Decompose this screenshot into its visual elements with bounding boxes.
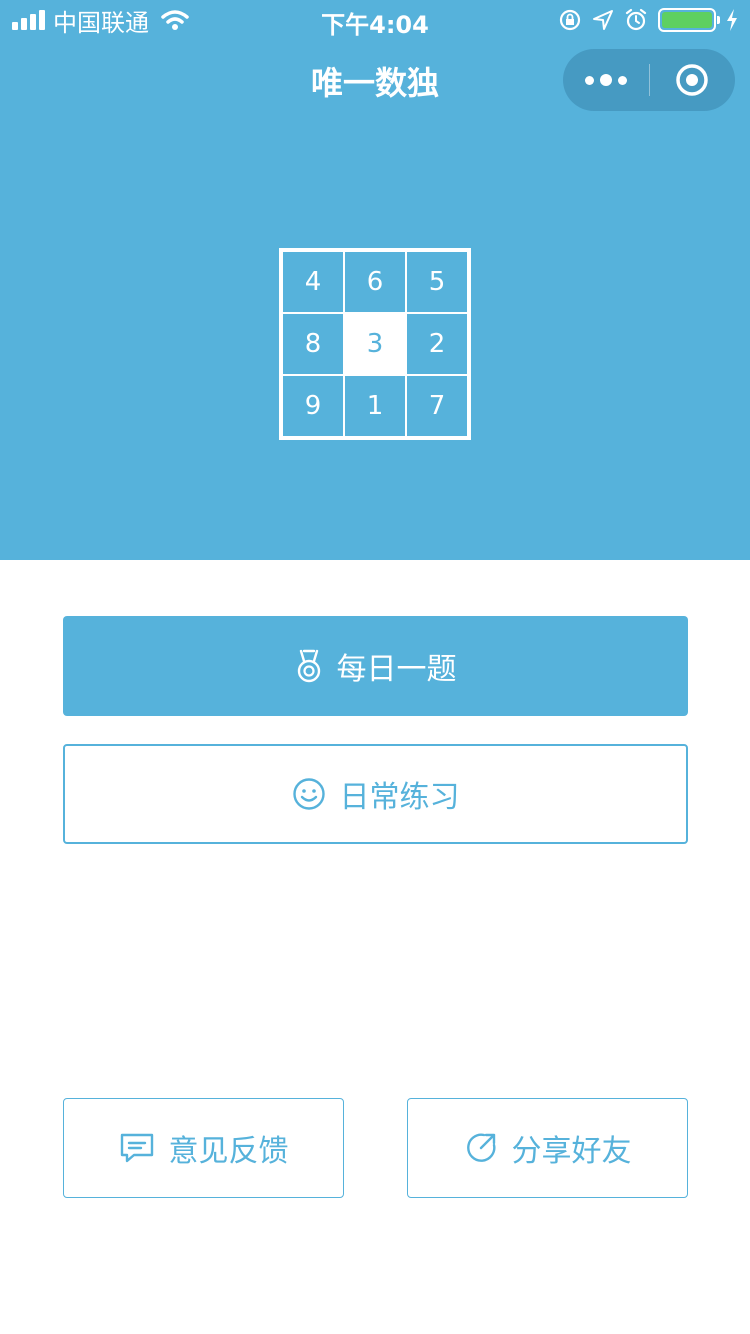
more-button[interactable] <box>563 49 649 111</box>
more-icon-center <box>600 74 612 86</box>
medal-icon <box>297 649 320 683</box>
share-label: 分享好友 <box>511 1134 632 1169</box>
location-icon <box>593 10 613 30</box>
feedback-label: 意见反馈 <box>168 1134 289 1169</box>
target-close-icon <box>676 64 708 96</box>
hero-banner: 中国联通 下午4:04 唯一数独 4 6 5 8 3 2 9 1 7 <box>0 0 750 560</box>
rotation-lock-icon <box>559 9 581 31</box>
sudoku-cell: 6 <box>344 251 406 313</box>
sudoku-cell: 7 <box>406 375 468 437</box>
mini-program-capsule <box>563 49 735 111</box>
feedback-button[interactable]: 意见反馈 <box>63 1098 344 1198</box>
sudoku-grid: 4 6 5 8 3 2 9 1 7 <box>279 248 471 440</box>
daily-practice-button[interactable]: 日常练习 <box>63 744 688 844</box>
charging-icon <box>727 9 737 31</box>
more-icon-right <box>618 75 627 85</box>
more-icon <box>585 75 594 85</box>
status-right <box>558 6 738 34</box>
sudoku-cell: 4 <box>282 251 344 313</box>
battery-icon <box>658 8 720 32</box>
close-button[interactable] <box>649 49 735 111</box>
sudoku-cell: 2 <box>406 313 468 375</box>
message-icon <box>120 1133 153 1163</box>
sudoku-cell: 9 <box>282 375 344 437</box>
smile-icon <box>292 778 325 810</box>
sudoku-cell: 3 <box>344 313 406 375</box>
share-button[interactable]: 分享好友 <box>407 1098 688 1198</box>
daily-puzzle-button[interactable]: 每日一题 <box>63 616 688 716</box>
status-bar: 中国联通 下午4:04 <box>0 0 750 40</box>
sudoku-cell: 5 <box>406 251 468 313</box>
daily-practice-label: 日常练习 <box>339 780 460 815</box>
alarm-icon <box>625 8 647 31</box>
sudoku-cell: 1 <box>344 375 406 437</box>
sudoku-cell: 8 <box>282 313 344 375</box>
daily-puzzle-label: 每日一题 <box>336 652 457 687</box>
share-icon <box>466 1133 495 1162</box>
